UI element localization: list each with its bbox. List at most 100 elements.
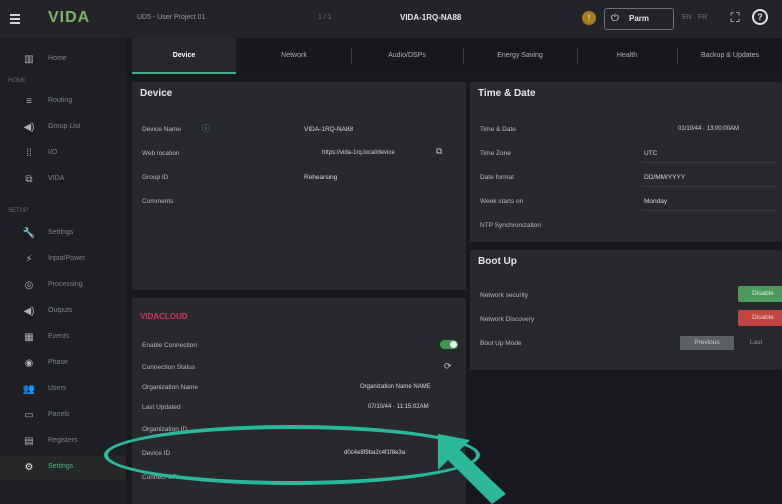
device-panel: Device Device Name ⓘ VIDA-1RQ-NA88 Web l… xyxy=(132,82,466,290)
power-label: Parm xyxy=(629,14,650,23)
week-start-label: Week starts on xyxy=(480,198,524,205)
boot-up-mode-label: Boot Up Mode xyxy=(480,340,522,347)
tab-health[interactable]: Health xyxy=(578,38,676,74)
project-name[interactable]: UD5 - User Project 01 xyxy=(137,14,205,21)
sidebar-item-label: Phase xyxy=(48,359,68,366)
sidebar-item-panels[interactable]: ▭ Panels xyxy=(0,404,126,428)
panel-icon: ▭ xyxy=(24,410,34,421)
sidebar-item-label: Home xyxy=(48,55,67,62)
tab-network[interactable]: Network xyxy=(238,38,350,74)
expand-icon[interactable]: ⛶ xyxy=(726,9,744,27)
processing-icon: ◎ xyxy=(24,280,34,291)
date-format-label: Date format xyxy=(480,174,514,181)
sidebar-section-setup: SETUP xyxy=(8,208,29,214)
time-date-panel: Time & Date Time & Date 01/10/44 · 13:00… xyxy=(470,82,782,242)
sidebar: HOME SETUP ▥ Home ≡ Routing ◀) Group Lis… xyxy=(0,38,127,504)
web-location-value[interactable]: https://vida-1rq.local/device xyxy=(322,150,395,156)
sidebar-item-label: Input/Power xyxy=(48,255,86,262)
sidebar-item-label: Processing xyxy=(48,281,83,288)
device-name-title: VIDA-1RQ-NA88 xyxy=(400,13,462,22)
sidebar-item-label: Panels xyxy=(48,411,70,418)
sidebar-item-label: Events xyxy=(48,333,70,340)
ntp-sync-label: NTP Synchronization xyxy=(480,222,541,229)
boot-mode-previous[interactable]: Previous xyxy=(680,336,734,350)
time-zone-label: Time Zone xyxy=(480,150,511,157)
boot-mode-last[interactable]: Last xyxy=(736,336,776,350)
network-security-button[interactable]: Disable xyxy=(738,286,782,302)
sidebar-item-label: Settings xyxy=(48,229,74,236)
sidebar-item-input-power[interactable]: ⚡ Input/Power xyxy=(0,248,126,272)
sidebar-item-outputs[interactable]: ◀) Outputs xyxy=(0,300,126,324)
plug-icon: ⚡ xyxy=(25,254,33,265)
last-updated-label: Last Updated xyxy=(142,404,181,411)
panel-title: Device xyxy=(140,88,173,99)
network-discovery-label: Network Discovery xyxy=(480,316,535,323)
connection-status-label: Connection Status xyxy=(142,364,196,371)
sidebar-item-users[interactable]: 👥 Users xyxy=(0,378,126,402)
field-underline xyxy=(642,186,778,187)
sidebar-item-label: VIDA xyxy=(48,175,65,182)
time-zone-select[interactable]: UTC xyxy=(644,150,657,157)
info-icon: ⓘ xyxy=(202,124,210,133)
vida-logo: VIDA xyxy=(48,9,91,26)
date-format-select[interactable]: DD/MM/YYYY xyxy=(644,174,685,181)
grid-icon: ⁞⁞ xyxy=(26,148,32,159)
device-name-field[interactable]: VIDA-1RQ-NA88 xyxy=(304,126,353,133)
time-date-value[interactable]: 01/10/44 · 13:00:00AM xyxy=(678,126,739,132)
organization-name-label: Organization Name xyxy=(142,384,198,391)
sidebar-item-home[interactable]: ▥ Home xyxy=(0,48,126,72)
sidebar-item-label: Group List xyxy=(48,123,81,130)
power-icon: ⏻ xyxy=(611,13,619,24)
enable-connection-label: Enable Connection xyxy=(142,342,197,349)
sidebar-item-routing[interactable]: ≡ Routing xyxy=(0,90,126,114)
sidebar-item-label: Settings xyxy=(48,463,74,470)
tab-device[interactable]: Device xyxy=(132,38,236,74)
tab-energy-saving[interactable]: Energy Saving xyxy=(464,38,576,74)
organization-name-value: Organization Name NAME xyxy=(360,384,431,390)
panel-title: Boot Up xyxy=(478,256,517,267)
time-date-label: Time & Date xyxy=(480,126,516,133)
panel-title: Time & Date xyxy=(478,88,536,99)
sidebar-item-vida[interactable]: ⧉ VIDA xyxy=(0,168,126,192)
sidebar-section-home: HOME xyxy=(8,78,26,84)
refresh-icon[interactable]: ⟳ xyxy=(444,361,452,372)
network-security-label: Network security xyxy=(480,292,529,299)
panel-title: VIDACLOUD xyxy=(140,312,188,321)
network-icon: ⧉ xyxy=(25,174,33,185)
copy-icon[interactable]: ⧉ xyxy=(436,146,442,157)
sidebar-item-events[interactable]: ▦ Events xyxy=(0,326,126,350)
settings-tabs: Device Network Audio/DSPs Energy Saving … xyxy=(126,38,782,74)
help-icon[interactable]: ? xyxy=(752,9,770,27)
enable-connection-toggle[interactable] xyxy=(440,340,458,349)
sidebar-item-label: Users xyxy=(48,385,67,392)
sidebar-item-phase[interactable]: ◉ Phase xyxy=(0,352,126,376)
users-icon: 👥 xyxy=(22,384,36,395)
tab-audio-dsps[interactable]: Audio/DSPs xyxy=(352,38,462,74)
sidebar-item-label: Outputs xyxy=(48,307,73,314)
week-start-select[interactable]: Monday xyxy=(644,198,667,205)
page-indicator: 1 / 1 xyxy=(318,14,332,21)
calendar-icon: ▦ xyxy=(24,332,34,343)
last-updated-value: 07/10/44 · 11:15:02AM xyxy=(368,404,429,410)
sidebar-item-group-list[interactable]: ◀) Group List xyxy=(0,116,126,140)
gear-icon: ⚙ xyxy=(24,462,34,473)
chart-icon: ▥ xyxy=(24,54,34,65)
menu-icon[interactable] xyxy=(10,14,20,26)
network-discovery-button[interactable]: Disable xyxy=(738,310,782,326)
top-bar: VIDA UD5 - User Project 01 1 / 1 VIDA-1R… xyxy=(0,0,782,39)
sidebar-item-settings-setup[interactable]: 🔧 Settings xyxy=(0,222,126,246)
field-underline xyxy=(642,162,778,163)
sidebar-item-processing[interactable]: ◎ Processing xyxy=(0,274,126,298)
comments-label: Comments xyxy=(142,198,174,205)
speaker-icon: ◀) xyxy=(23,122,35,133)
routing-icon: ≡ xyxy=(26,96,32,107)
tab-backup-updates[interactable]: Backup & Updates xyxy=(678,38,782,74)
language-selector[interactable]: EN · FR xyxy=(682,14,707,21)
warning-icon[interactable]: ! xyxy=(582,11,596,25)
sidebar-item-label: I/O xyxy=(48,149,58,156)
sidebar-item-io[interactable]: ⁞⁞ I/O xyxy=(0,142,126,166)
wrench-icon: 🔧 xyxy=(22,228,36,239)
group-id-field[interactable]: Rehearsing xyxy=(304,174,337,181)
document-icon: ▤ xyxy=(24,436,34,447)
power-button[interactable]: ⏻ Parm xyxy=(604,8,674,30)
